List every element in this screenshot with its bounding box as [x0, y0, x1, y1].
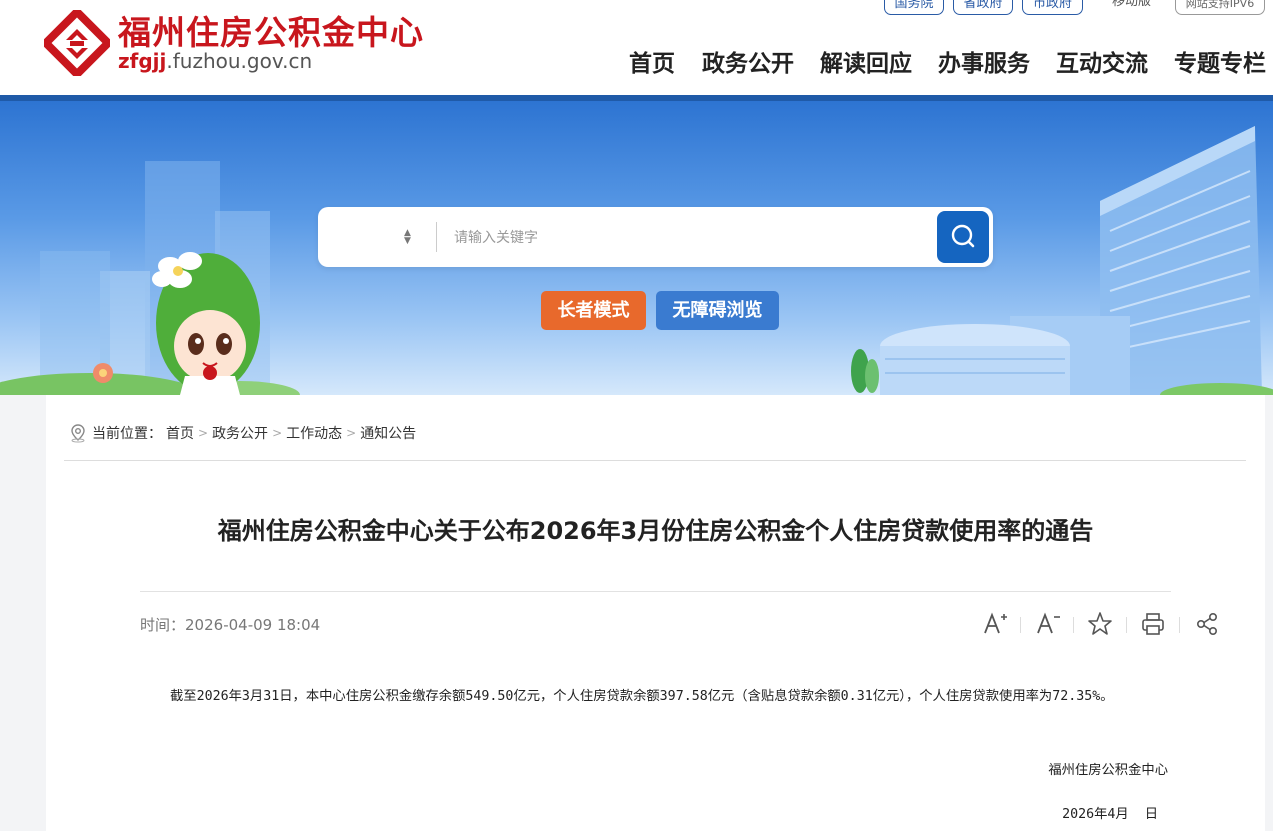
top-links: 国务院 省政府 市政府 移动版 网站支持IPV6 [0, 0, 1273, 18]
nav-item-home[interactable]: 首页 [629, 44, 675, 78]
breadcrumb-divider [64, 460, 1246, 461]
toolbar-divider [1020, 617, 1021, 633]
toolbar-divider [1179, 617, 1180, 633]
search-divider [436, 222, 437, 252]
top-link-shengzhengfu[interactable]: 省政府 [953, 0, 1013, 15]
article-title: 福州住房公积金中心关于公布2026年3月份住房公积金个人住房贷款使用率的通告 [217, 517, 1094, 545]
nav-item-interpretation[interactable]: 解读回应 [820, 44, 912, 78]
article-date: 2026年4月 日 [1062, 807, 1158, 822]
publish-time: 时间：2026-04-09 18:04 [140, 616, 321, 634]
search-scope-select[interactable]: ▲ ▼ [318, 207, 436, 267]
top-link-shizhengfu[interactable]: 市政府 [1022, 0, 1083, 15]
toolbar-divider [1073, 617, 1074, 633]
breadcrumb: 当前位置： 首页 > 政务公开 > 工作动态 > 通知公告 [68, 423, 416, 443]
nav-item-interaction[interactable]: 互动交流 [1056, 44, 1148, 78]
nav-item-services[interactable]: 办事服务 [938, 44, 1030, 78]
print-icon[interactable] [1138, 609, 1168, 639]
title-divider [140, 591, 1171, 592]
breadcrumb-item-notices[interactable]: 通知公告 [360, 423, 416, 443]
share-icon[interactable] [1192, 609, 1222, 639]
mobile-version-link[interactable]: 移动版 [1112, 0, 1151, 9]
search-box: ▲ ▼ [318, 207, 993, 267]
breadcrumb-separator: > [346, 426, 357, 440]
nav-item-special-topics[interactable]: 专题专栏 [1174, 44, 1266, 78]
article-toolbar [936, 609, 1217, 639]
logo-icon [44, 10, 110, 76]
article-body: 截至2026年3月31日，本中心住房公积金缴存余额549.50亿元，个人住房贷款… [170, 689, 1114, 704]
location-pin-icon [71, 424, 85, 443]
breadcrumb-item-home[interactable]: 首页 [166, 423, 194, 443]
barrier-free-button[interactable]: 无障碍浏览 [656, 291, 779, 330]
article-card: 当前位置： 首页 > 政务公开 > 工作动态 > 通知公告 福州住房公积金中心关… [46, 395, 1265, 831]
star-icon[interactable] [1085, 609, 1115, 639]
article-signature: 福州住房公积金中心 [1048, 763, 1168, 778]
hero-banner: ▲▼ 长者模式 无障碍浏览 [0, 101, 1273, 395]
nav-item-government-affairs[interactable]: 政务公开 [702, 44, 794, 78]
breadcrumb-item-work-updates[interactable]: 工作动态 [286, 423, 342, 443]
search-button[interactable] [937, 211, 989, 263]
breadcrumb-prefix: 当前位置： [92, 426, 162, 442]
font-decrease-icon[interactable] [1033, 609, 1063, 639]
search-input[interactable] [452, 222, 926, 254]
top-link-guowuyuan[interactable]: 国务院 [884, 0, 944, 15]
toolbar-divider [1126, 617, 1127, 633]
sort-arrows-icon: ▲ ▼ [404, 228, 411, 246]
breadcrumb-separator: > [272, 426, 283, 440]
search-icon [951, 224, 975, 248]
site-header: 福州住房公积金中心 zfgjj.fuzhou.gov.cn 国务院 省政府 市政… [0, 0, 1273, 95]
elder-mode-button[interactable]: 长者模式 [541, 291, 646, 330]
breadcrumb-item-government-affairs[interactable]: 政务公开 [212, 423, 268, 443]
font-increase-icon[interactable] [980, 609, 1010, 639]
ipv6-badge: 网站支持IPV6 [1175, 0, 1265, 15]
site-domain: zfgjj.fuzhou.gov.cn [118, 49, 313, 73]
breadcrumb-separator: > [198, 426, 209, 440]
